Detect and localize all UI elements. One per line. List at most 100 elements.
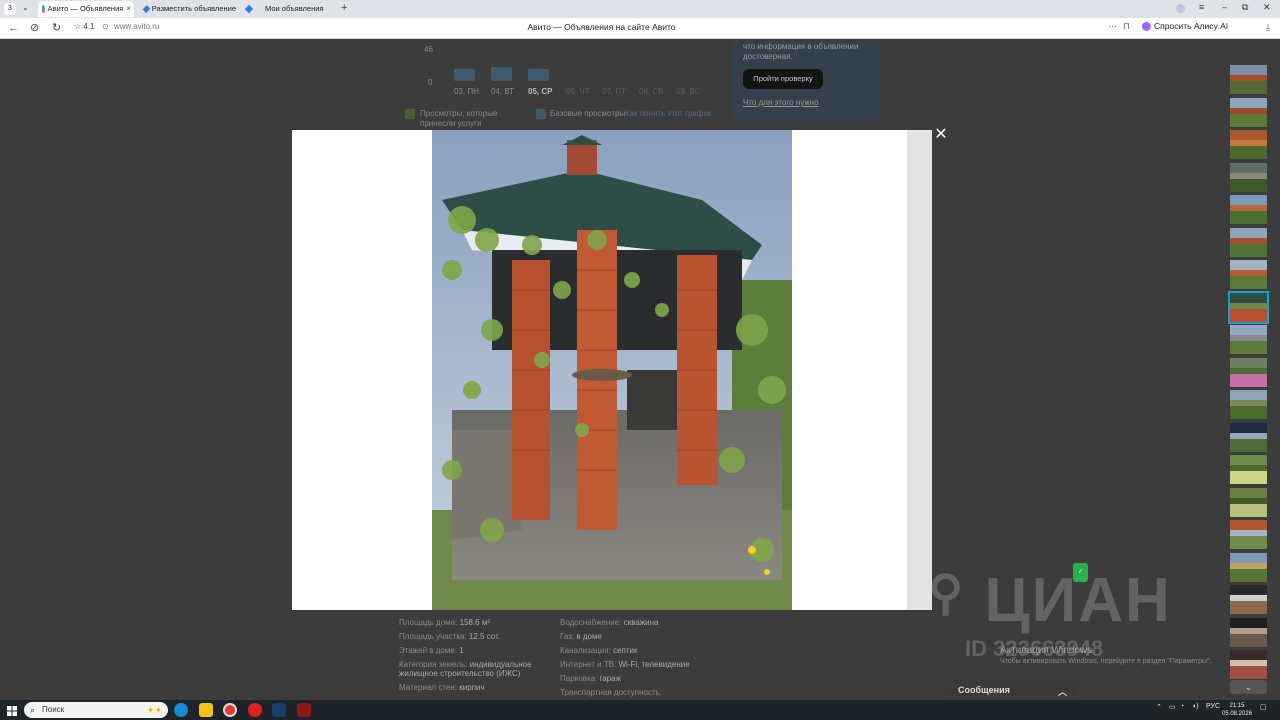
bookmark-icon[interactable]: ⊓ [1123, 21, 1130, 32]
thumbnail-photo[interactable] [1230, 97, 1267, 127]
spec-value: 158.6 м² [459, 618, 490, 627]
thumbnail-photo[interactable] [1230, 130, 1267, 159]
thumbnail-photo[interactable] [1230, 227, 1267, 257]
edge-icon[interactable] [174, 703, 188, 717]
tray-wifi-icon[interactable]: ◔ [1180, 703, 1184, 710]
pass-check-button[interactable]: Пройти проверку [743, 69, 823, 89]
messages-label: Сообщения [958, 685, 1010, 695]
new-tab-plus-icon[interactable]: + [341, 2, 347, 14]
menu-icon[interactable]: ≡ [1199, 2, 1204, 12]
chart-day-label: 07, ПТ [602, 87, 626, 96]
spec-label: Площадь участка: [399, 632, 467, 641]
profile-icon[interactable] [1176, 4, 1185, 13]
spec-label: Этажей в доме: [399, 646, 458, 655]
spec-row: Канализация: септик [560, 646, 740, 655]
gazebo-photo[interactable] [432, 130, 792, 610]
chart-y-zero: 0 [428, 78, 433, 87]
spec-label: Материал стен: [399, 683, 457, 692]
windows-activation-title: Активация Windows [1000, 645, 1093, 656]
spec-value: в доме [576, 632, 602, 641]
spec-row: Газ: в доме [560, 632, 740, 641]
cian-pin-icon: ⚲ [928, 567, 966, 620]
more-options-icon[interactable]: ··· [1108, 21, 1117, 31]
notifications-icon[interactable]: ▢ [1260, 703, 1267, 711]
tab-my-ads[interactable]: Мои объявления [242, 1, 338, 17]
tab-label: Разместить объявление [151, 4, 236, 13]
spec-label: Парковка: [560, 674, 598, 683]
input-language[interactable]: РУС [1206, 703, 1220, 710]
specs-left: Площадь дома: 158.6 м² Площадь участка: … [399, 618, 549, 692]
tab-list-chevron-icon[interactable]: ⌄ [22, 3, 29, 12]
tab-place-ad[interactable]: Разместить объявление [140, 1, 236, 17]
thumbnail-photo[interactable] [1228, 290, 1269, 324]
spec-label: Площадь дома: [399, 618, 458, 627]
legend-help-link[interactable]: Как понять этот график [625, 109, 711, 118]
sparkles-icon: ✦✦ [146, 705, 162, 715]
download-icon[interactable]: ⤓ [1266, 22, 1270, 33]
windows-taskbar: ⌕ Поиск ✦✦ ⌃ ▭ ◔ ◖) РУС 21:15 05.08.2026… [0, 700, 1280, 720]
spec-row: Площадь дома: 158.6 м² [399, 618, 549, 627]
spec-value: кирпич [459, 683, 485, 692]
browser-tab-bar: 3 ⌄ Авито — Объявления × Разместить объя… [0, 0, 1280, 18]
tab-avito-listings[interactable]: Авито — Объявления × [38, 1, 134, 17]
yandex-browser-icon[interactable] [223, 703, 237, 717]
taskbar-search-input[interactable]: ⌕ Поиск ✦✦ [24, 702, 168, 718]
thumbnail-photo[interactable] [1230, 65, 1267, 94]
tray-network-icon[interactable]: ▭ [1169, 703, 1176, 711]
thumbnail-photo[interactable] [1230, 650, 1267, 679]
minimize-icon[interactable]: – [1222, 2, 1227, 12]
close-window-icon[interactable]: ✕ [1263, 2, 1271, 13]
thumbnail-photo[interactable] [1230, 617, 1267, 647]
spec-row: Категория земель: индивидуальное жилищно… [399, 660, 549, 678]
spec-label: Водоснабжение: [560, 618, 622, 627]
thumbnail-photo[interactable] [1230, 520, 1267, 549]
messages-panel[interactable]: Сообщения ︿ [950, 680, 1075, 702]
file-explorer-icon[interactable] [199, 703, 213, 717]
thumbnail-photo[interactable] [1230, 455, 1267, 484]
thumbnail-photo[interactable] [1230, 162, 1267, 192]
taskbar-clock[interactable]: 21:15 05.08.2026 [1222, 702, 1252, 718]
tray-chevron-up-icon[interactable]: ⌃ [1156, 703, 1162, 711]
spec-row: Водоснабжение: скважина [560, 618, 740, 627]
thumbnail-photo[interactable] [1230, 195, 1267, 224]
thumbnail-photo[interactable] [1230, 552, 1267, 582]
thumbnail-photo[interactable] [1230, 585, 1267, 614]
windows-start-icon[interactable] [7, 705, 17, 716]
cian-watermark: ⚲ ЦИАН [928, 565, 1172, 636]
chart-bar-mon [454, 69, 475, 81]
thumbnail-photo[interactable] [1230, 325, 1267, 354]
thumbnail-photo[interactable] [1230, 357, 1267, 387]
tab-counter[interactable]: 3 [4, 3, 16, 15]
maximize-icon[interactable]: ⧉ [1242, 2, 1248, 13]
thumbnail-photo[interactable] [1230, 422, 1267, 452]
thumbnails-scroll-down-icon[interactable]: ⌄ [1230, 680, 1267, 694]
spec-label: Газ: [560, 632, 575, 641]
avito-favicon-icon [42, 5, 45, 13]
pro-badge-icon[interactable]: ✓ [1073, 563, 1088, 582]
ask-alice-button[interactable]: Спросить Алису AI [1142, 21, 1228, 31]
address-bar: ← ⊘ ↻ ☆ 4.1 ⊙ www.avito.ru Авито — Объяв… [0, 18, 1280, 39]
thumbnail-photo[interactable] [1230, 260, 1267, 289]
chevron-up-icon[interactable]: ︿ [1058, 685, 1067, 697]
yandex-app-icon[interactable] [248, 703, 262, 717]
check-info-link[interactable]: Что для этого нужно [743, 98, 819, 107]
game-app-icon[interactable] [297, 703, 311, 717]
spec-label: Транспортная доступность: [560, 688, 663, 697]
close-lightbox-icon[interactable]: ✕ [934, 127, 948, 143]
steam-icon[interactable] [272, 703, 286, 717]
chart-day-label: 03, ПН [454, 87, 479, 96]
thumbnail-photo[interactable] [1230, 390, 1267, 419]
spec-label: Интернет и ТВ: [560, 660, 617, 669]
chart-day-label: 08, СБ [639, 87, 664, 96]
spec-row: Транспортная доступность: [560, 688, 740, 697]
page-title: Авито — Объявления на сайте Авито [527, 22, 676, 32]
lightbox-scrollbar[interactable] [907, 130, 932, 610]
clock-date: 05.08.2026 [1222, 711, 1253, 717]
thumbnail-photo[interactable] [1230, 487, 1267, 517]
spec-row: Этажей в доме: 1 [399, 646, 549, 655]
legend-base-label: Базовые просмотры [550, 109, 626, 118]
tray-volume-icon[interactable]: ◖) [1192, 703, 1199, 710]
search-placeholder: Поиск [42, 705, 65, 714]
chart-day-label: 04, ВТ [491, 87, 515, 96]
tab-close-icon[interactable]: × [126, 1, 134, 17]
